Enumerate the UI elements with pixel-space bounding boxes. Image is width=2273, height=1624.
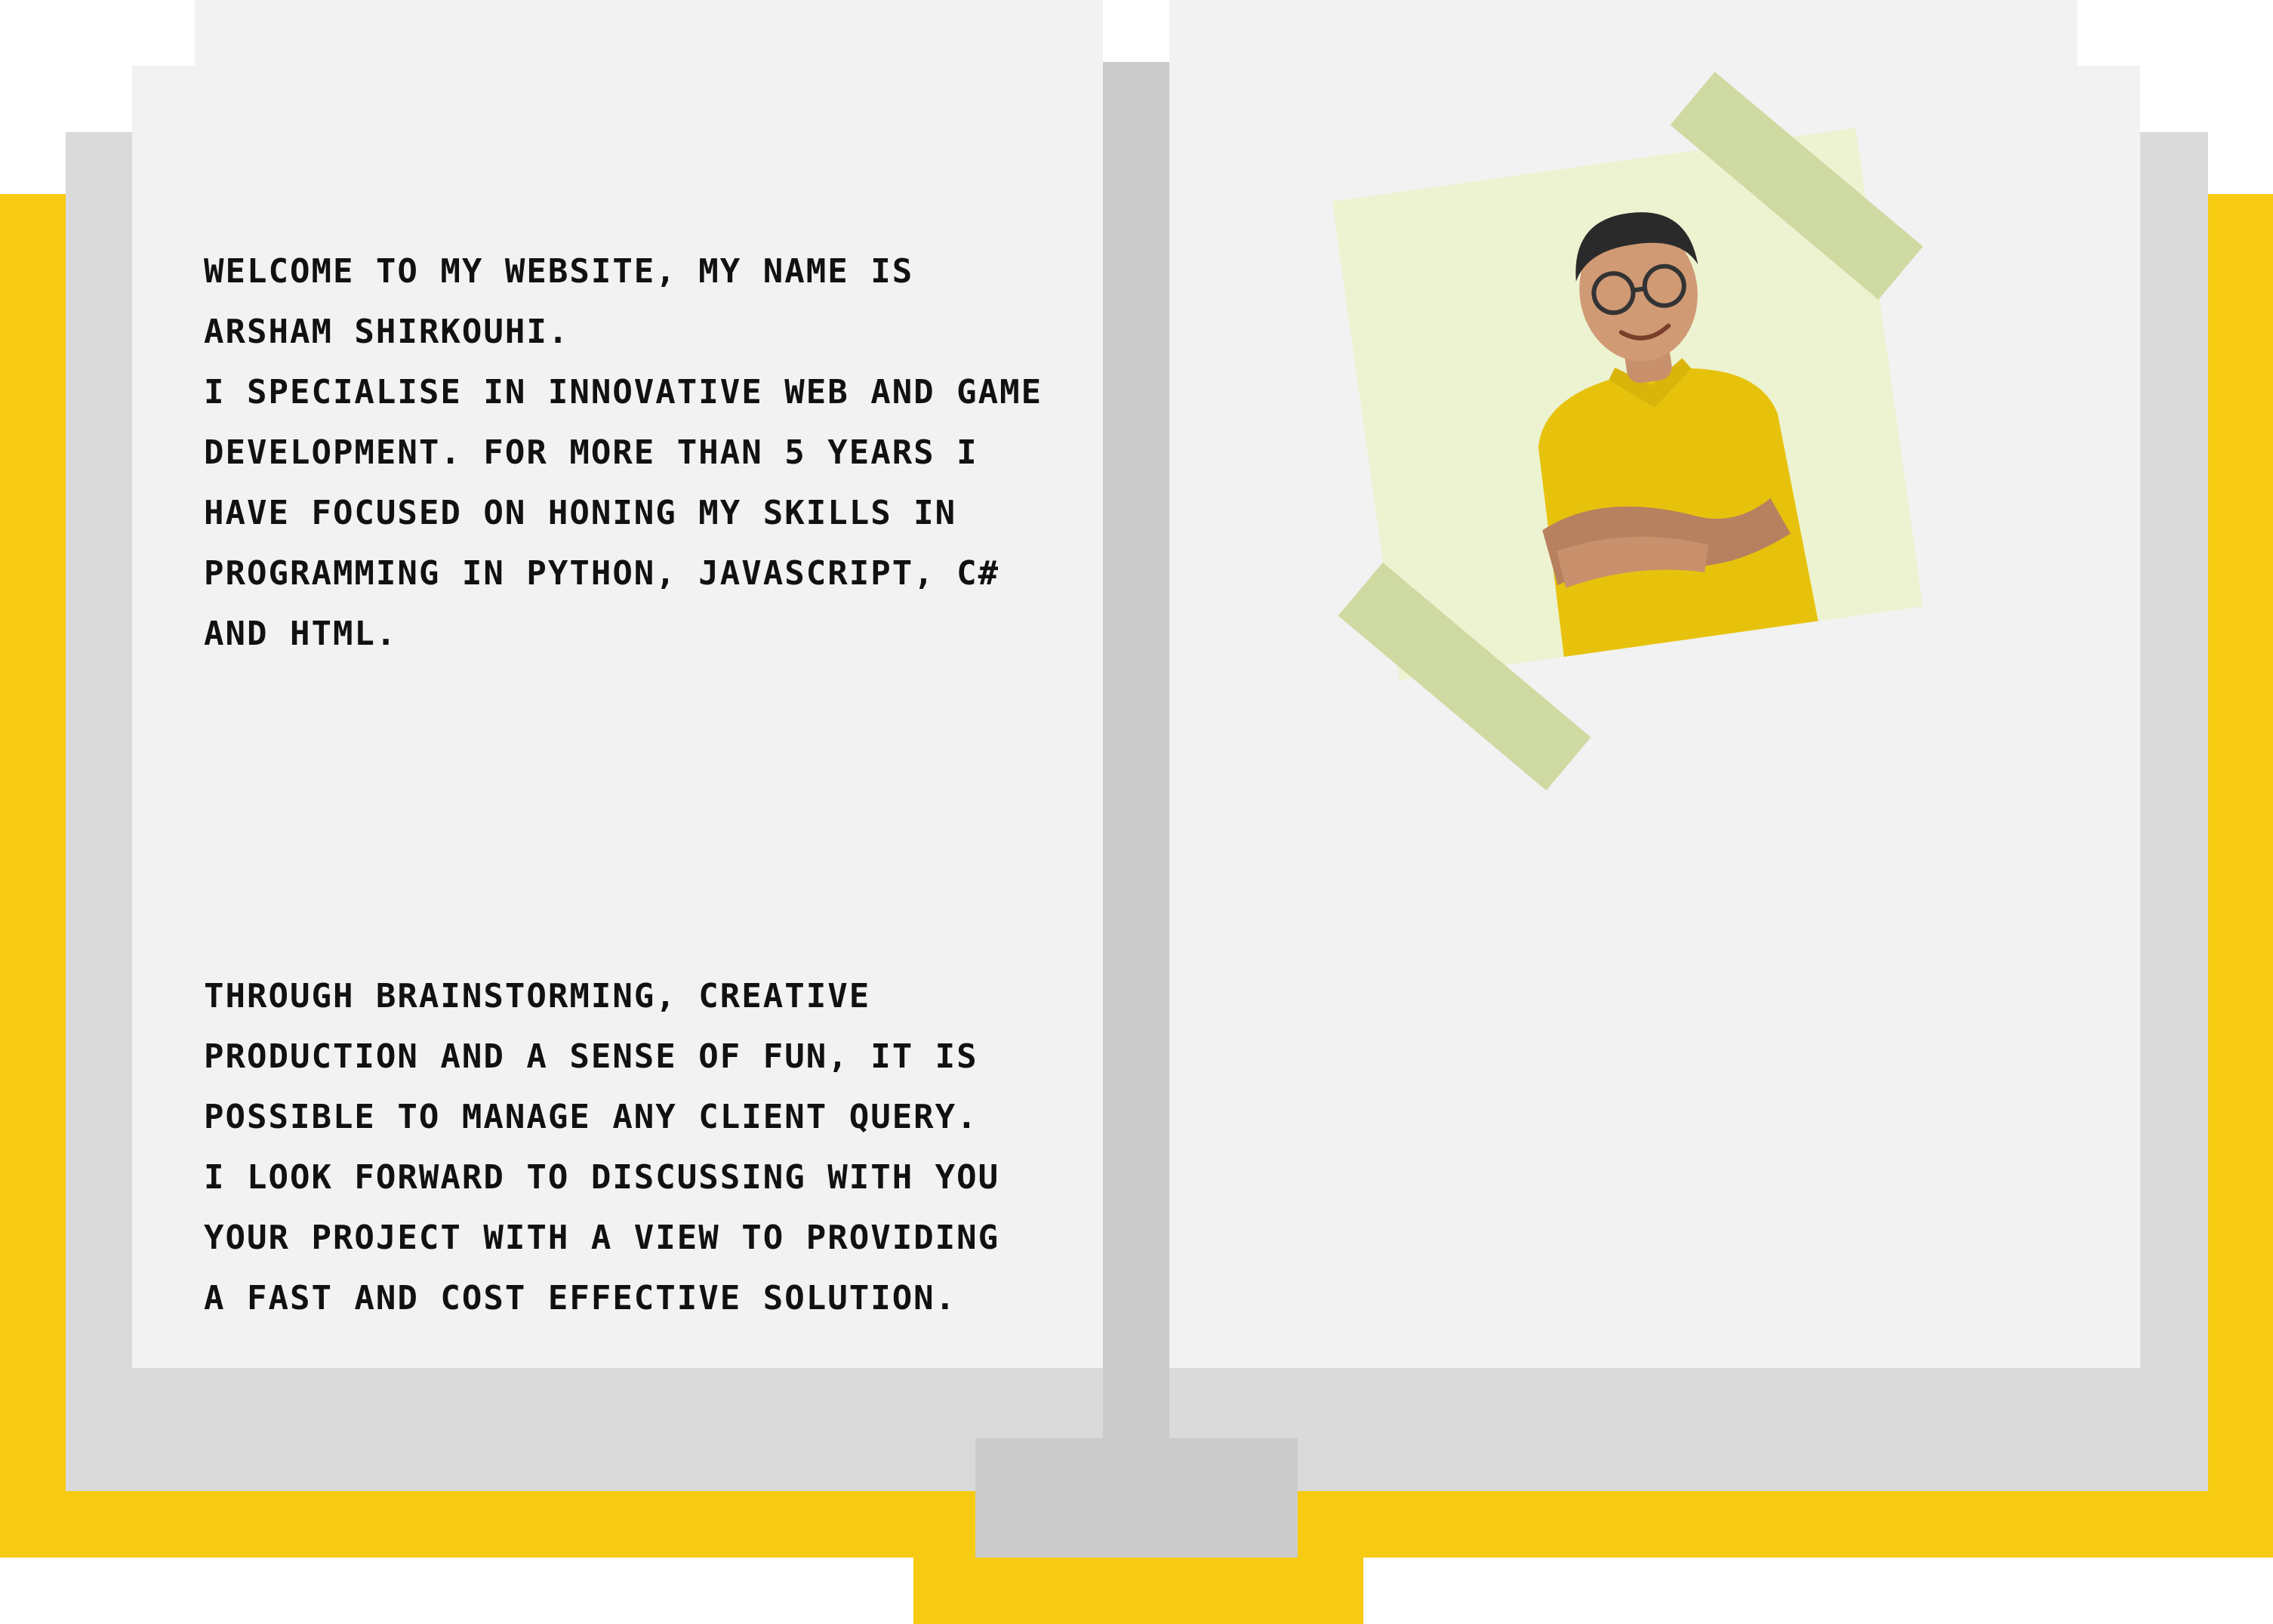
about-paragraph-approach: THROUGH BRAINSTORMING, CREATIVE PRODUCTI… <box>204 977 1000 1317</box>
about-paragraph-intro: WELCOME TO MY WEBSITE, MY NAME IS ARSHAM… <box>204 252 1043 653</box>
about-text: WELCOME TO MY WEBSITE, MY NAME IS ARSHAM… <box>204 121 1072 1389</box>
right-page-top-tab <box>1169 0 2077 75</box>
book-cover-bottom-tab <box>913 1558 1363 1624</box>
book-gutter <box>1103 62 1169 1496</box>
left-page-top-tab <box>195 0 1103 75</box>
